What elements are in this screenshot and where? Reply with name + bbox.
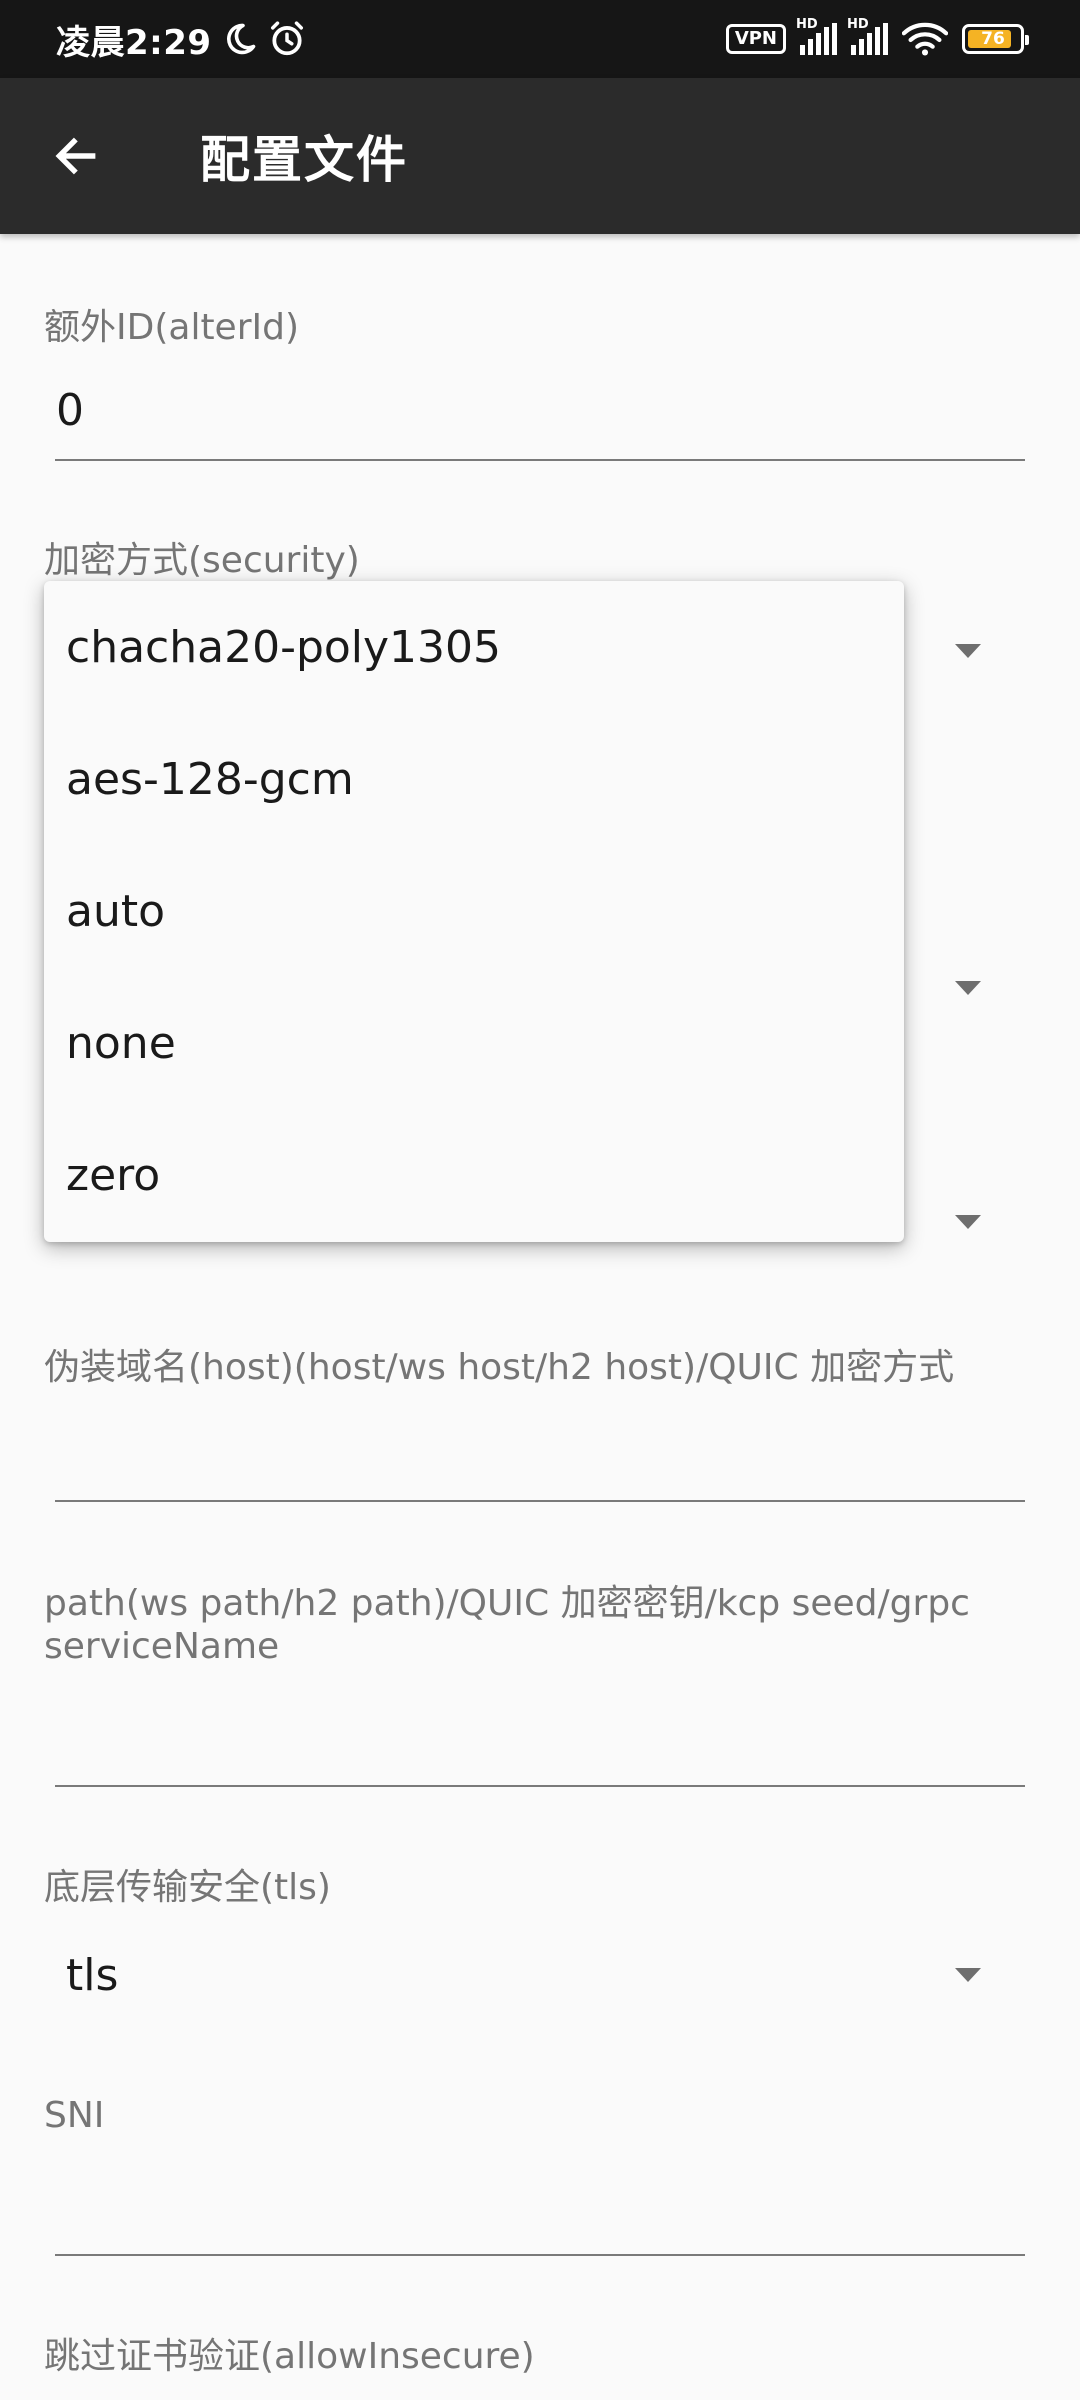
security-popup-menu: chacha20-poly1305 aes-128-gcm auto none … — [44, 581, 904, 1242]
vpn-icon: VPN — [725, 24, 786, 54]
status-bar: 凌晨2:29 VPN HD HD 76 — [0, 0, 1080, 78]
menu-item-chacha20-poly1305[interactable]: chacha20-poly1305 — [44, 581, 904, 713]
moon-icon — [226, 23, 255, 55]
signal-1-icon: HD — [796, 17, 837, 55]
path-label-line2: serviceName — [44, 1626, 280, 1667]
host-label: 伪装域名(host)(host/ws host/h2 host)/QUIC 加密… — [44, 1347, 955, 1388]
app-bar: 配置文件 — [0, 78, 1080, 234]
allow-insecure-label: 跳过证书验证(allowInsecure) — [44, 2336, 535, 2377]
alter-id-underline — [55, 459, 1025, 461]
tls-select[interactable]: tls — [66, 1950, 118, 2001]
path-label-line1: path(ws path/h2 path)/QUIC 加密密钥/kcp seed… — [44, 1583, 970, 1624]
menu-item-none[interactable]: none — [44, 977, 904, 1109]
wifi-icon — [902, 22, 948, 56]
security-dropdown-arrow-icon[interactable] — [955, 644, 981, 658]
battery-icon: 76 — [962, 24, 1029, 54]
signal-2-icon: HD — [847, 17, 888, 55]
tls-label: 底层传输安全(tls) — [44, 1867, 331, 1908]
menu-item-auto[interactable]: auto — [44, 845, 904, 977]
back-button[interactable] — [36, 116, 116, 196]
menu-item-zero[interactable]: zero — [44, 1109, 904, 1241]
path-input[interactable] — [55, 1785, 1025, 1787]
arrow-back-icon — [55, 137, 96, 175]
menu-item-aes-128-gcm[interactable]: aes-128-gcm — [44, 713, 904, 845]
alter-id-label: 额外ID(alterId) — [44, 307, 300, 348]
page-title: 配置文件 — [200, 131, 408, 189]
header-type-dropdown-arrow-icon[interactable] — [955, 1215, 981, 1229]
sni-input[interactable] — [55, 2254, 1025, 2256]
alarm-icon — [270, 21, 303, 56]
status-time: 凌晨2:29 — [56, 22, 212, 63]
host-input[interactable] — [55, 1500, 1025, 1502]
tls-dropdown-arrow-icon[interactable] — [955, 1968, 981, 1982]
security-label: 加密方式(security) — [44, 540, 360, 581]
sni-label: SNI — [44, 2095, 105, 2136]
alter-id-input[interactable]: 0 — [56, 385, 84, 436]
network-dropdown-arrow-icon[interactable] — [955, 981, 981, 995]
